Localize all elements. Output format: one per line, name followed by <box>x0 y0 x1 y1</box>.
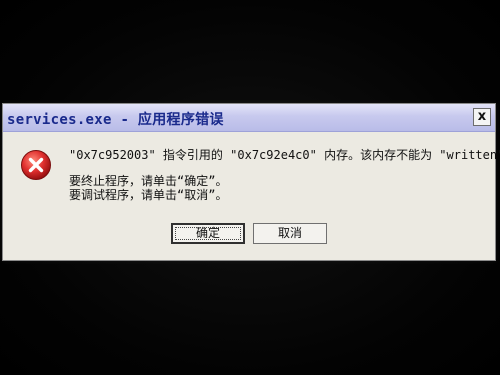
dialog-titlebar[interactable]: services.exe - 应用程序错误 x <box>3 104 495 132</box>
error-message-line-3: 要调试程序，请单击“取消”。 <box>69 188 228 202</box>
error-message-line-1: "0x7c952003" 指令引用的 "0x7c92e4c0" 内存。该内存不能… <box>69 148 500 162</box>
screen-background: services.exe - 应用程序错误 x "0x7c952003" 指令引… <box>0 0 500 375</box>
ok-button[interactable]: 确定 <box>171 223 245 244</box>
dialog-title: services.exe - 应用程序错误 <box>7 112 224 128</box>
cancel-button-label: 取消 <box>277 226 302 240</box>
error-icon <box>21 150 51 180</box>
cancel-button[interactable]: 取消 <box>253 223 327 244</box>
close-button[interactable]: x <box>473 108 491 126</box>
error-message-line-2: 要终止程序，请单击“确定”。 <box>69 174 228 188</box>
focus-rectangle <box>175 227 241 240</box>
error-dialog: services.exe - 应用程序错误 x "0x7c952003" 指令引… <box>2 103 500 261</box>
